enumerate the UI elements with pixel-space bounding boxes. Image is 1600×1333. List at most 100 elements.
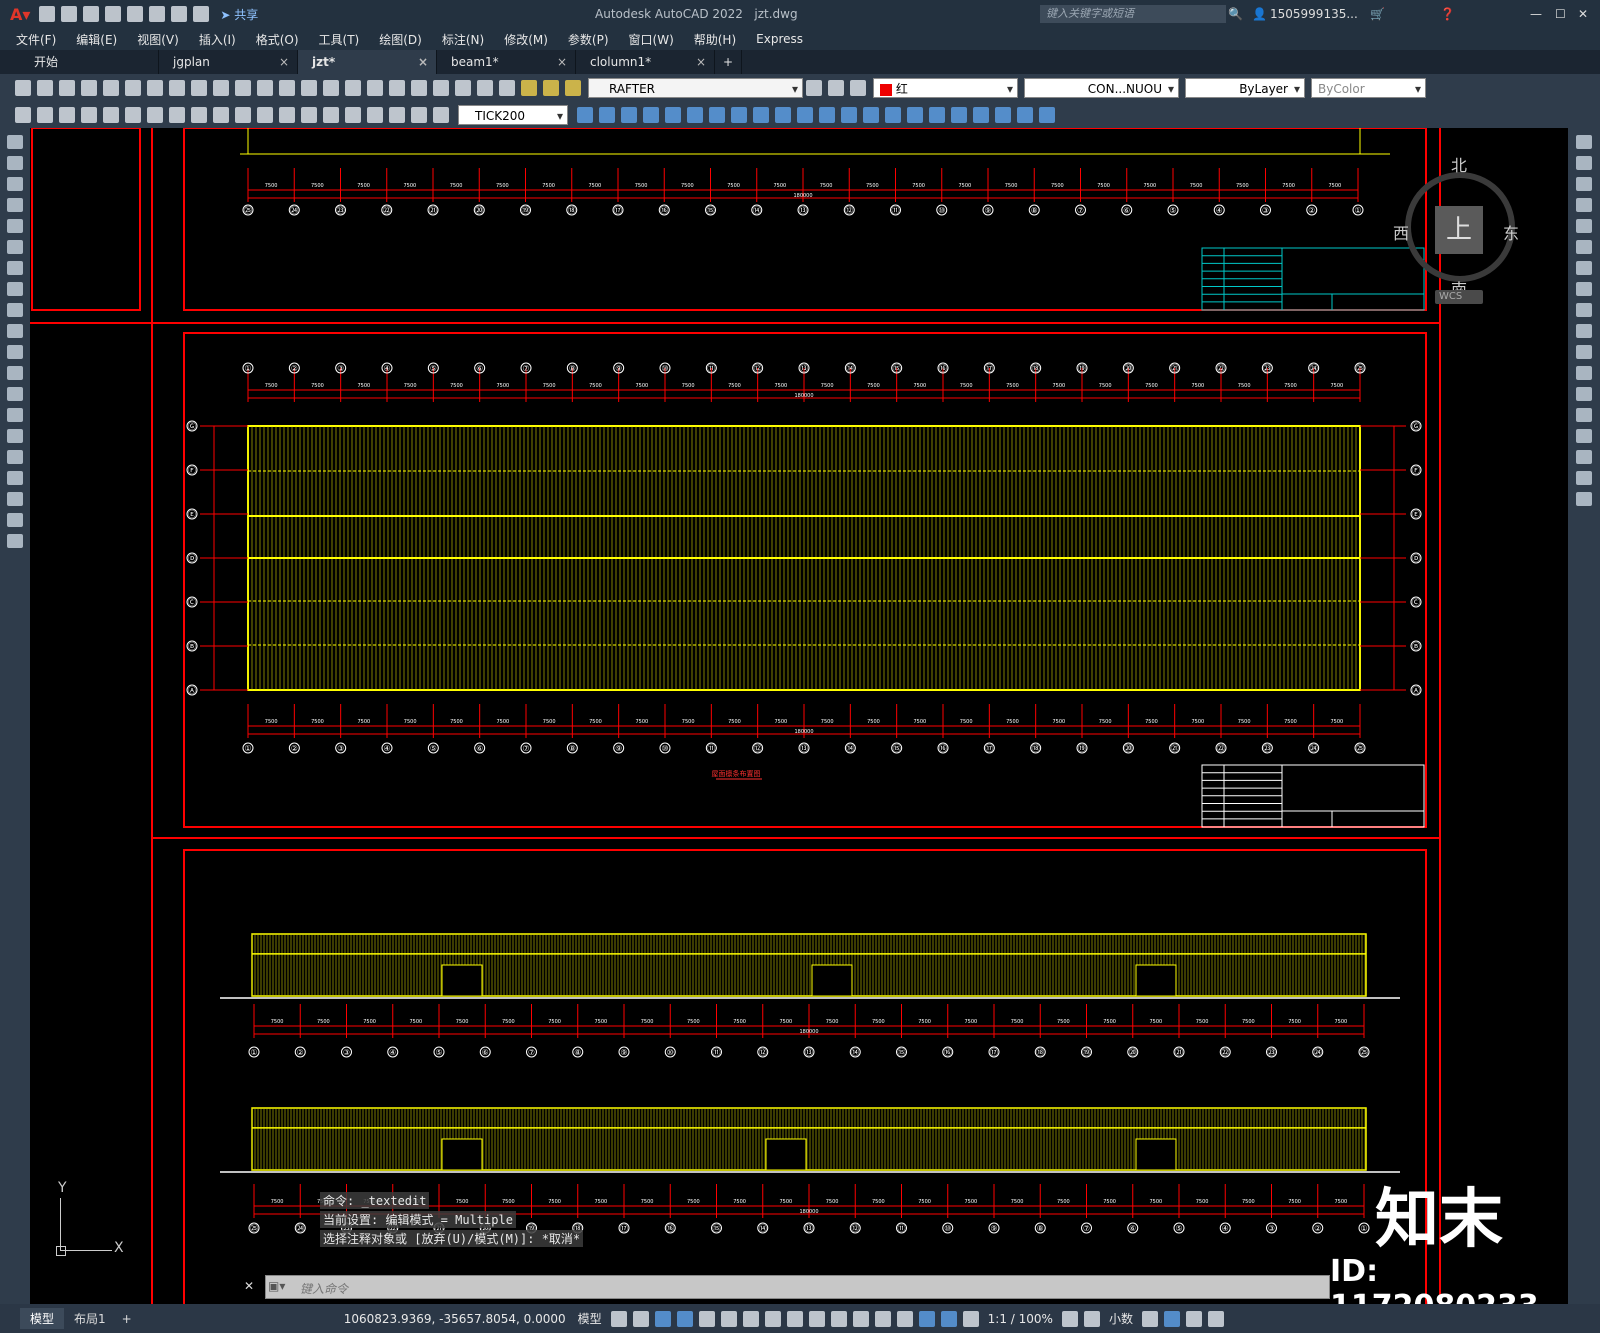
toolpalette-icon[interactable] xyxy=(389,80,405,96)
model-space-toggle[interactable]: 模型 xyxy=(572,1310,608,1327)
compass-west[interactable]: 西 xyxy=(1393,220,1409,244)
file-tab-5[interactable]: + xyxy=(715,50,742,74)
intersect-icon[interactable] xyxy=(841,107,857,123)
make-block-icon[interactable] xyxy=(7,387,23,401)
layout-tab-layout1[interactable]: 布局1 xyxy=(64,1308,116,1329)
dimedit-icon[interactable] xyxy=(389,107,405,123)
preview-icon[interactable] xyxy=(103,80,119,96)
ucs-icon[interactable] xyxy=(1017,107,1033,123)
layout-tab-add[interactable]: + xyxy=(116,1310,138,1328)
undo-tool-icon[interactable] xyxy=(235,80,251,96)
wedge-icon[interactable] xyxy=(621,107,637,123)
gradient-icon[interactable] xyxy=(7,450,23,464)
dim-quick-icon[interactable] xyxy=(191,107,207,123)
isolate-icon[interactable] xyxy=(1163,1310,1180,1327)
region-icon[interactable] xyxy=(7,471,23,485)
menu-item-5[interactable]: 工具(T) xyxy=(309,31,370,48)
matchprop-icon[interactable] xyxy=(213,80,229,96)
point-icon[interactable] xyxy=(7,408,23,422)
revolve-icon[interactable] xyxy=(775,107,791,123)
customize-icon[interactable] xyxy=(1207,1310,1224,1327)
torus-icon[interactable] xyxy=(709,107,725,123)
explode-icon[interactable] xyxy=(1576,492,1592,506)
help-tool-icon[interactable] xyxy=(477,80,493,96)
ellipse-icon[interactable] xyxy=(7,324,23,338)
dynucs-icon[interactable] xyxy=(874,1310,891,1327)
dim-diameter-icon[interactable] xyxy=(147,107,163,123)
lineweight-icon[interactable] xyxy=(786,1310,803,1327)
drawing-canvas[interactable]: ㉕ 7500 ㉔ 7500 ㉓ 7500 ㉒ 7500 ㉑ 7500 ⑳ 7500 ⑲ 7500 ⑱ 7500… xyxy=(30,128,1568,1304)
copy-icon[interactable] xyxy=(169,80,185,96)
construction-line-icon[interactable] xyxy=(7,156,23,170)
menu-item-7[interactable]: 标注(N) xyxy=(432,31,494,48)
paste-icon[interactable] xyxy=(191,80,207,96)
box-icon[interactable] xyxy=(599,107,615,123)
redo-tool-icon[interactable] xyxy=(257,80,273,96)
menu-item-9[interactable]: 参数(P) xyxy=(558,31,619,48)
scale-icon[interactable] xyxy=(1576,282,1592,296)
minimize-icon[interactable]: — xyxy=(1530,7,1542,21)
table-icon[interactable] xyxy=(7,492,23,506)
menu-item-10[interactable]: 窗口(W) xyxy=(619,31,684,48)
circle-icon[interactable] xyxy=(7,261,23,275)
selection-filter-icon[interactable] xyxy=(896,1310,913,1327)
jogged-linear-icon[interactable] xyxy=(367,107,383,123)
revcloud-icon[interactable] xyxy=(7,282,23,296)
workspace-gear-icon[interactable] xyxy=(1061,1310,1078,1327)
osnap-icon[interactable] xyxy=(764,1310,781,1327)
qopen-icon[interactable] xyxy=(37,80,53,96)
plot-icon[interactable] xyxy=(149,6,166,22)
wcs-menu[interactable]: WCS xyxy=(1435,290,1483,304)
maximize-icon[interactable]: ☐ xyxy=(1555,7,1566,21)
rotate-icon[interactable] xyxy=(1576,261,1592,275)
dim-update-icon[interactable] xyxy=(433,107,449,123)
view-cube[interactable]: 上 北 南 西 东 WCS xyxy=(1393,152,1519,304)
arc-icon[interactable] xyxy=(7,240,23,254)
tab-close-icon[interactable]: × xyxy=(279,50,289,74)
app-logo-icon[interactable]: A▾ xyxy=(10,5,30,24)
properties-icon[interactable] xyxy=(345,80,361,96)
qsave-icon[interactable] xyxy=(59,80,75,96)
plotstyle-dropdown[interactable]: ByColor xyxy=(1311,78,1426,99)
ortho-icon[interactable] xyxy=(676,1310,693,1327)
menu-item-3[interactable]: 插入(I) xyxy=(189,31,246,48)
join-icon[interactable] xyxy=(1576,408,1592,422)
save-icon[interactable] xyxy=(83,6,100,22)
offset-icon[interactable] xyxy=(1576,198,1592,212)
extend-icon[interactable] xyxy=(1576,345,1592,359)
add-selected-icon[interactable] xyxy=(7,534,23,548)
menu-item-12[interactable]: Express xyxy=(746,32,813,46)
layer-manager-icon[interactable] xyxy=(499,80,515,96)
3dalign-icon[interactable] xyxy=(907,107,923,123)
qnew-icon[interactable] xyxy=(15,80,31,96)
dim-baseline-icon[interactable] xyxy=(213,107,229,123)
layout-tab-model[interactable]: 模型 xyxy=(20,1308,65,1329)
mtext-icon[interactable] xyxy=(7,513,23,527)
customize-cmd-icon[interactable]: ▣▾ xyxy=(268,1279,285,1293)
stretch-icon[interactable] xyxy=(1576,303,1592,317)
break-point-icon[interactable] xyxy=(1576,366,1592,380)
dim-radius-icon[interactable] xyxy=(103,107,119,123)
calc-icon[interactable] xyxy=(455,80,471,96)
center-mark-icon[interactable] xyxy=(323,107,339,123)
infer-icon[interactable] xyxy=(654,1310,671,1327)
designcenter-icon[interactable] xyxy=(367,80,383,96)
chamfer-icon[interactable] xyxy=(1576,429,1592,443)
spline-icon[interactable] xyxy=(7,303,23,317)
layer-freeze-icon[interactable] xyxy=(543,80,559,96)
file-tab-3[interactable]: beam1* × xyxy=(437,50,576,74)
file-tab-2[interactable]: jzt* × xyxy=(298,50,437,74)
zoom-prev-icon[interactable] xyxy=(323,80,339,96)
ellipse-arc-icon[interactable] xyxy=(7,345,23,359)
open-icon[interactable] xyxy=(61,6,78,22)
menu-item-1[interactable]: 编辑(E) xyxy=(66,31,127,48)
annotation-visibility-icon[interactable] xyxy=(940,1310,957,1327)
layer-dropdown[interactable]: RAFTER xyxy=(588,78,803,99)
hatch-icon[interactable] xyxy=(7,429,23,443)
ucs-world-icon[interactable] xyxy=(1039,107,1055,123)
insert-block-icon[interactable] xyxy=(7,366,23,380)
close-icon[interactable]: ✕ xyxy=(1578,7,1588,21)
polyline-icon[interactable] xyxy=(7,177,23,191)
web-icon[interactable] xyxy=(127,6,144,22)
dim-linear-icon[interactable] xyxy=(15,107,31,123)
